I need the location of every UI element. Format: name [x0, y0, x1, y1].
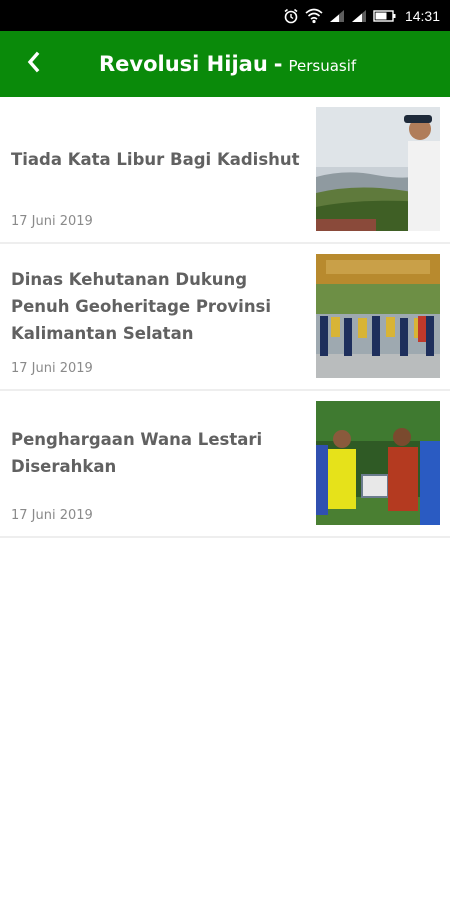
article-date: 17 Juni 2019 — [11, 214, 93, 229]
chevron-left-icon — [25, 51, 43, 77]
signal-icon — [351, 9, 367, 23]
page-subtitle: Persuasif — [288, 57, 357, 75]
status-icons: 14:31 — [283, 0, 440, 31]
list-item[interactable]: Tiada Kata Libur Bagi Kadishut 17 Juni 2… — [0, 97, 450, 244]
article-title: Dinas Kehutanan Dukung Penuh Geoheritage… — [11, 270, 272, 343]
list-item[interactable]: Penghargaan Wana Lestari Diserahkan 17 J… — [0, 391, 450, 538]
list-item[interactable]: Dinas Kehutanan Dukung Penuh Geoheritage… — [0, 244, 450, 391]
status-bar: 14:31 — [0, 0, 450, 31]
title-separator: - — [273, 52, 283, 76]
back-button[interactable] — [14, 44, 54, 84]
status-time: 14:31 — [404, 7, 440, 24]
signal-icon — [329, 9, 345, 23]
article-thumbnail — [316, 401, 440, 525]
article-date: 17 Juni 2019 — [11, 508, 93, 523]
article-list: Tiada Kata Libur Bagi Kadishut 17 Juni 2… — [0, 97, 450, 538]
battery-icon — [373, 9, 397, 23]
article-title: Tiada Kata Libur Bagi Kadishut — [11, 150, 300, 169]
article-date: 17 Juni 2019 — [11, 361, 93, 376]
app-bar: Revolusi Hijau - Persuasif — [0, 31, 450, 97]
alarm-icon — [283, 8, 299, 24]
page-title: Revolusi Hijau — [99, 52, 268, 76]
article-title: Penghargaan Wana Lestari Diserahkan — [11, 430, 263, 476]
article-thumbnail — [316, 254, 440, 378]
article-thumbnail — [316, 107, 440, 231]
app-title: Revolusi Hijau - Persuasif — [99, 31, 356, 97]
wifi-icon — [305, 8, 323, 24]
